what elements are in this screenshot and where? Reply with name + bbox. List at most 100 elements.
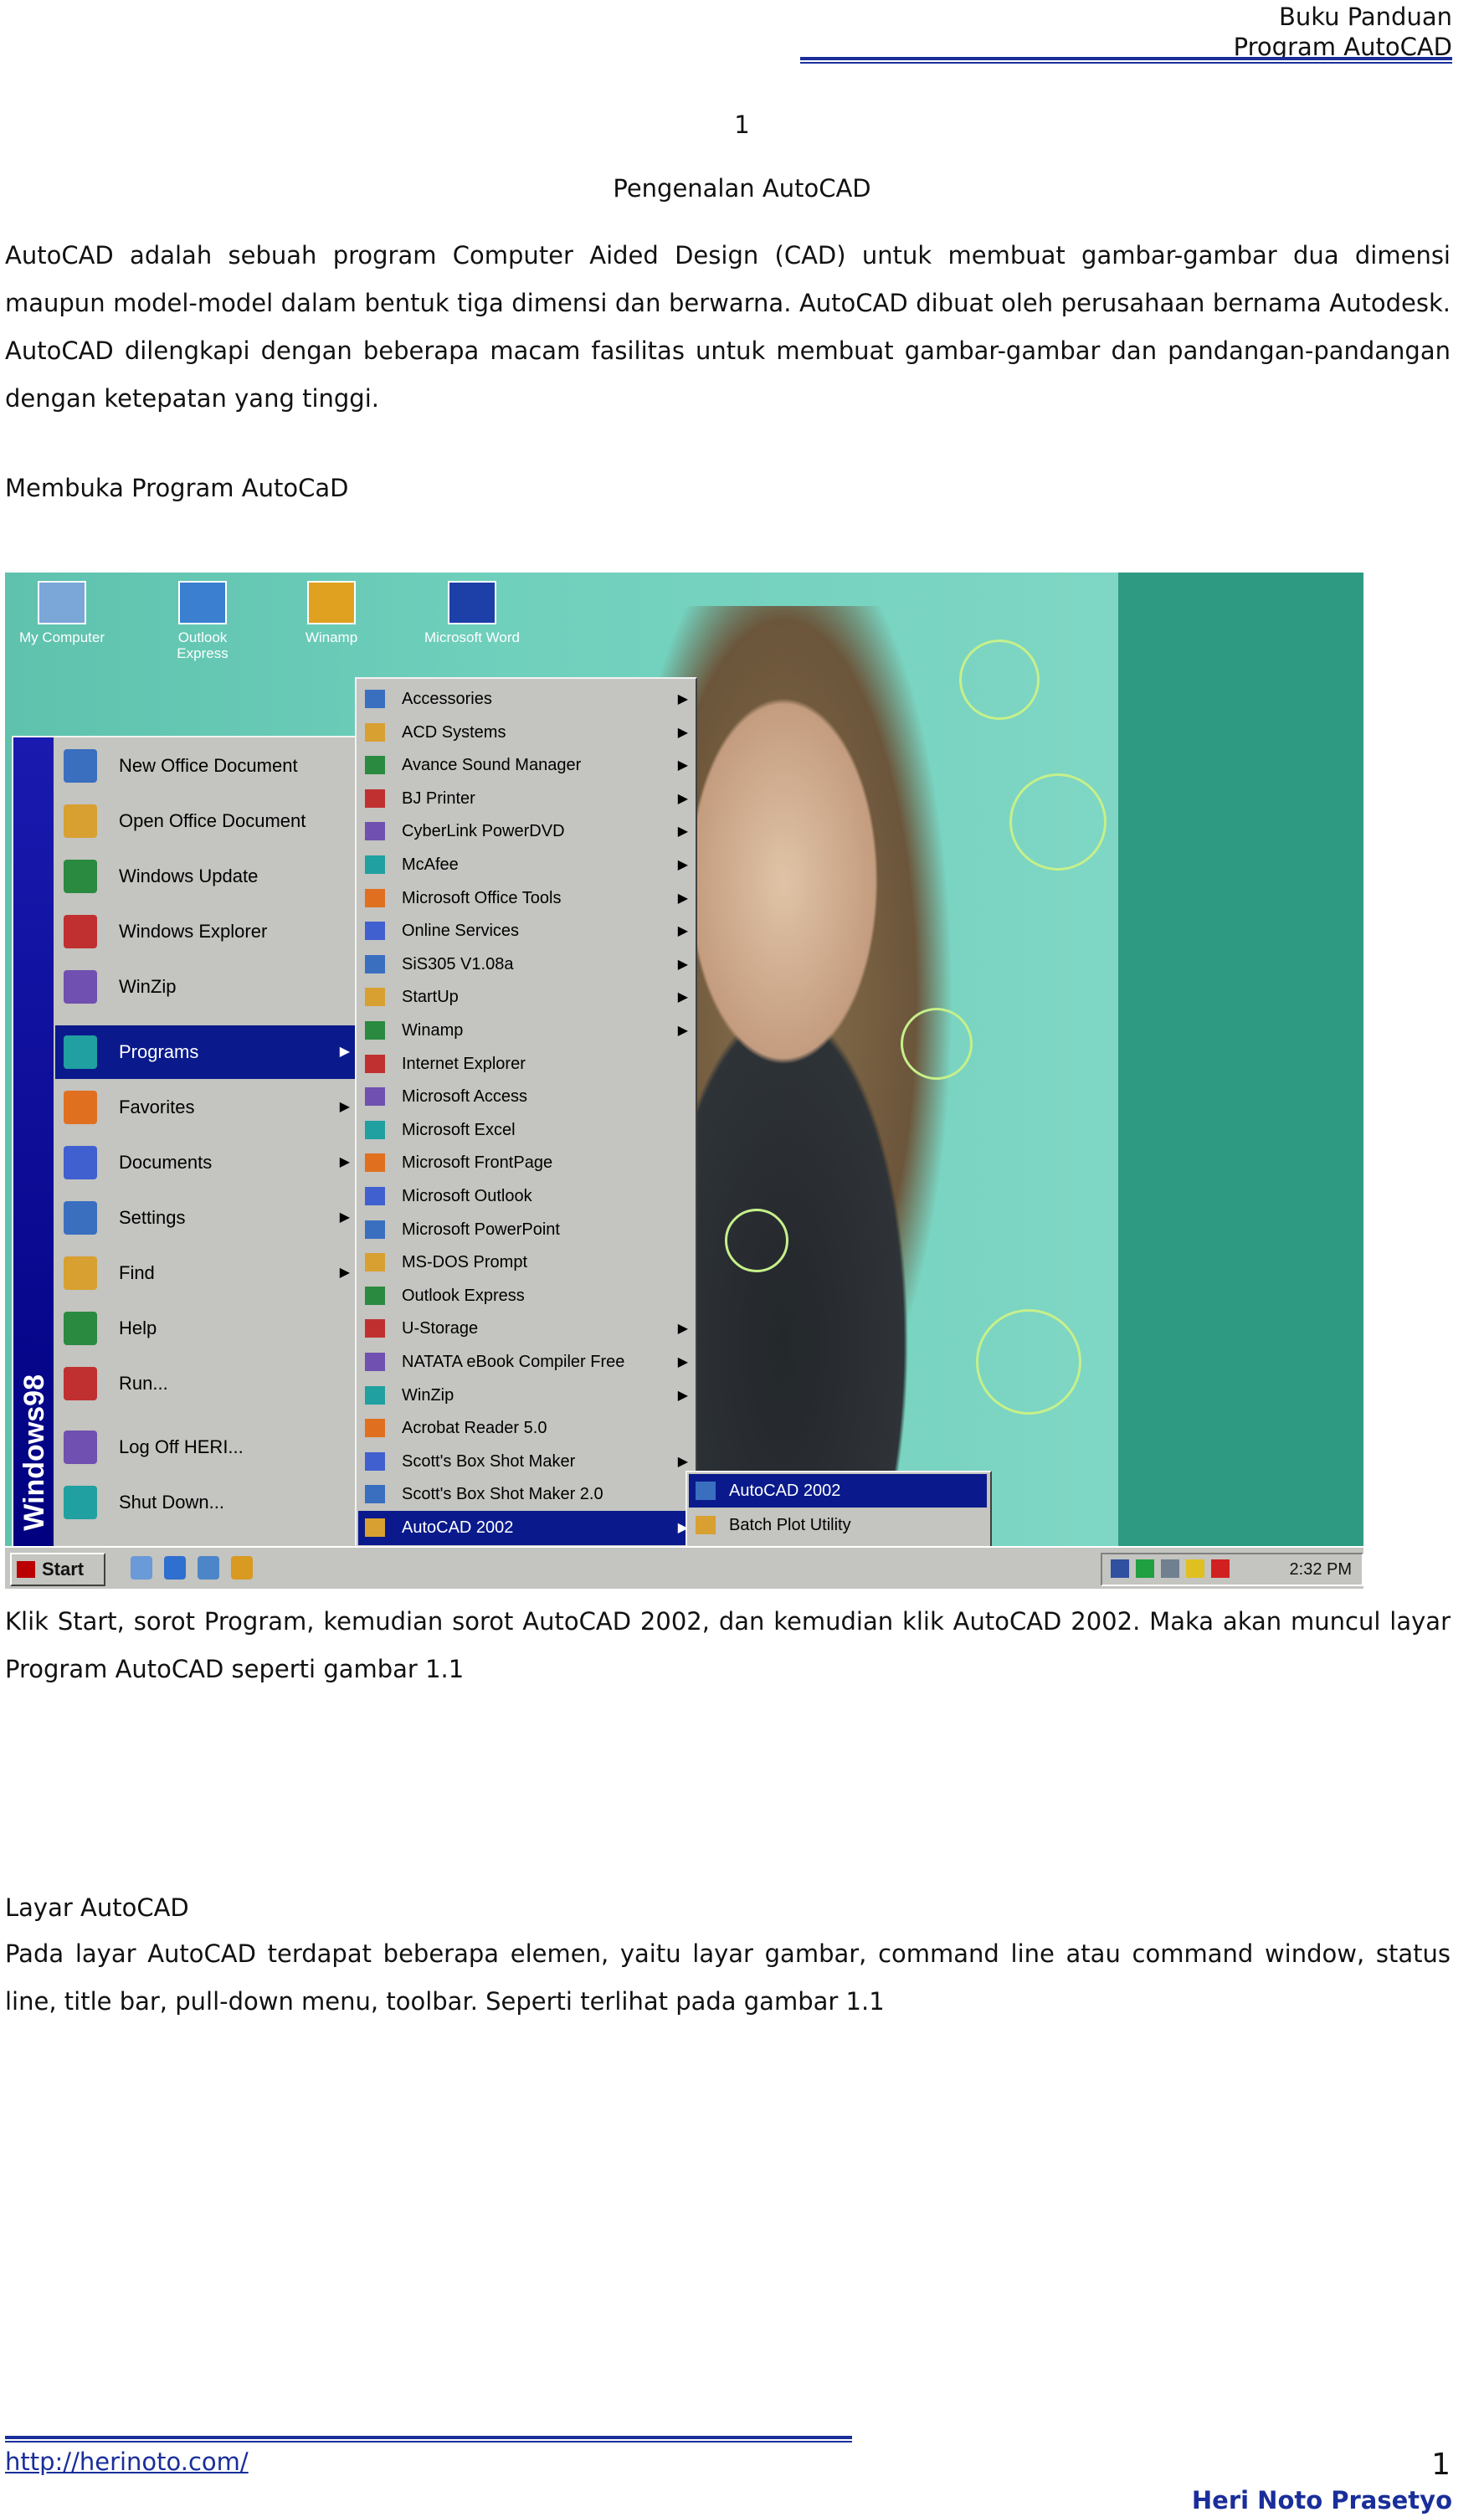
winamp-icon[interactable] — [231, 1556, 253, 1580]
menu-item-label: Scott's Box Shot Maker 2.0 — [402, 1485, 603, 1504]
tray-app-icon[interactable] — [1136, 1559, 1154, 1578]
mcafee-icon — [365, 855, 385, 874]
menu-item-autocad-2002[interactable]: AutoCAD 2002 ▶ — [358, 1511, 693, 1545]
menu-item-microsoft-frontpage[interactable]: Microsoft FrontPage — [358, 1146, 693, 1180]
menu-item-scott-s-box-shot-maker[interactable]: Scott's Box Shot Maker ▶ — [358, 1445, 693, 1479]
submenu-arrow-icon: ▶ — [339, 1045, 350, 1059]
menu-item-label: Winamp — [402, 1021, 464, 1040]
submenu-arrow-icon: ▶ — [677, 824, 688, 840]
tray-app-icon[interactable] — [1186, 1559, 1204, 1578]
menu-item-startup[interactable]: StartUp ▶ — [358, 980, 693, 1015]
menu-item-avance-sound-manager[interactable]: Avance Sound Manager ▶ — [358, 748, 693, 783]
menu-item-acrobat-reader-5-0[interactable]: Acrobat Reader 5.0 — [358, 1411, 693, 1446]
menu-item-label: AutoCAD 2002 — [729, 1482, 841, 1500]
menu-item-internet-explorer[interactable]: Internet Explorer — [358, 1047, 693, 1081]
menu-item-u-storage[interactable]: U-Storage ▶ — [358, 1312, 693, 1346]
start-menu-item-documents[interactable]: Documents ▶ — [55, 1136, 355, 1189]
start-menu-item-label: WinZip — [119, 976, 177, 997]
menu-item-batch-plot-utility[interactable]: Batch Plot Utility — [689, 1508, 987, 1542]
wallpaper-bubble — [959, 640, 1040, 720]
instruction-paragraph: Klik Start, sorot Program, kemudian soro… — [5, 1607, 1451, 1683]
wallpaper-bubble — [1009, 773, 1107, 871]
accessories-icon — [365, 690, 385, 708]
winzip-icon — [365, 1385, 385, 1405]
volume-icon[interactable] — [1161, 1559, 1179, 1578]
menu-item-label: NATATA eBook Compiler Free — [402, 1353, 625, 1371]
menu-item-online-services[interactable]: Online Services ▶ — [358, 914, 693, 948]
start-menu-item-run[interactable]: Run... — [55, 1357, 355, 1410]
menu-item-microsoft-office-tools[interactable]: Microsoft Office Tools ▶ — [358, 881, 693, 916]
start-button[interactable]: Start — [10, 1553, 105, 1586]
menu-item-label: Internet Explorer — [402, 1054, 526, 1073]
menu-item-label: McAfee — [402, 855, 459, 874]
submenu-arrow-icon: ▶ — [677, 957, 688, 972]
autocad-2002-icon — [696, 1482, 716, 1500]
desktop-icon-microsoft-word[interactable]: Microsoft Word — [422, 581, 522, 645]
menu-item-microsoft-access[interactable]: Microsoft Access — [358, 1080, 693, 1114]
submenu-arrow-icon: ▶ — [677, 692, 688, 706]
menu-item-scott-s-box-shot-maker-2-0[interactable]: Scott's Box Shot Maker 2.0 — [358, 1477, 693, 1512]
menu-item-winamp[interactable]: Winamp ▶ — [358, 1014, 693, 1048]
start-menu-item-label: Settings — [119, 1207, 186, 1228]
batch-plot-utility-icon — [696, 1516, 716, 1534]
menu-item-mcafee[interactable]: McAfee ▶ — [358, 848, 693, 882]
header-rule-thin — [800, 62, 1452, 64]
desktop-icon-outlook-express[interactable]: Outlook Express — [152, 581, 253, 661]
menu-item-outlook-express[interactable]: Outlook Express — [358, 1279, 693, 1313]
mcafee-icon[interactable] — [1211, 1559, 1230, 1578]
avance-sound-manager-icon — [365, 756, 385, 775]
find-icon — [64, 1256, 97, 1290]
acd-systems-icon — [365, 722, 385, 742]
start-menu-item-windows-update[interactable]: Windows Update — [55, 850, 355, 903]
menu-item-acd-systems[interactable]: ACD Systems ▶ — [358, 716, 693, 750]
footer-rule-thin — [5, 2441, 852, 2443]
start-menu-item-settings[interactable]: Settings ▶ — [55, 1191, 355, 1245]
start-menu-item-new-office-document[interactable]: New Office Document — [55, 739, 355, 793]
start-menu-item-log-off-heri[interactable]: Log Off HERI... — [55, 1420, 355, 1474]
desktop-icon-label: Winamp — [305, 629, 358, 645]
network-icon[interactable] — [1111, 1559, 1129, 1578]
internet-explorer-icon[interactable] — [164, 1556, 186, 1580]
menu-item-label: Microsoft PowerPoint — [402, 1220, 560, 1239]
outlook-express-icon[interactable] — [198, 1556, 219, 1580]
start-menu-item-windows-explorer[interactable]: Windows Explorer — [55, 905, 355, 958]
menu-item-cyberlink-powerdvd[interactable]: CyberLink PowerDVD ▶ — [358, 814, 693, 849]
favorites-icon — [64, 1091, 97, 1124]
menu-item-bj-printer[interactable]: BJ Printer ▶ — [358, 782, 693, 816]
footer-link[interactable]: http://herinoto.com/ — [5, 2448, 249, 2476]
start-menu-item-shut-down[interactable]: Shut Down... — [55, 1476, 355, 1529]
start-menu-item-winzip[interactable]: WinZip — [55, 960, 355, 1014]
menu-item-natata-ebook-compiler-free[interactable]: NATATA eBook Compiler Free ▶ — [358, 1345, 693, 1379]
show-desktop-icon[interactable] — [131, 1556, 152, 1580]
system-tray: 2:32 PM — [1101, 1553, 1363, 1586]
submenu-arrow-icon: ▶ — [677, 1355, 688, 1369]
menu-item-sis305-v1-08a[interactable]: SiS305 V1.08a ▶ — [358, 948, 693, 982]
menu-item-label: StartUp — [402, 988, 459, 1007]
desktop-icon-winamp[interactable]: Winamp — [281, 581, 382, 645]
start-menu-item-help[interactable]: Help — [55, 1302, 355, 1355]
start-menu-item-label: Log Off HERI... — [119, 1436, 244, 1457]
submenu-arrow-icon: ▶ — [677, 990, 688, 1005]
menu-item-microsoft-powerpoint[interactable]: Microsoft PowerPoint — [358, 1213, 693, 1247]
start-menu-item-find[interactable]: Find ▶ — [55, 1246, 355, 1300]
microsoft-outlook-icon — [365, 1187, 385, 1205]
taskbar-clock[interactable]: 2:32 PM — [1290, 1554, 1352, 1585]
menu-item-microsoft-excel[interactable]: Microsoft Excel — [358, 1113, 693, 1148]
menu-item-microsoft-outlook[interactable]: Microsoft Outlook — [358, 1179, 693, 1214]
menu-item-accessories[interactable]: Accessories ▶ — [358, 682, 693, 717]
start-menu-item-programs[interactable]: Programs ▶ — [55, 1025, 355, 1079]
u-storage-icon — [365, 1319, 385, 1338]
desktop-icon-my-computer[interactable]: My Computer — [12, 581, 112, 645]
start-menu-item-favorites[interactable]: Favorites ▶ — [55, 1081, 355, 1134]
acrobat-reader-5-0-icon — [365, 1419, 385, 1438]
wallpaper-bubble — [901, 1008, 973, 1080]
start-menu-item-label: Favorites — [119, 1097, 195, 1117]
start-menu-item-open-office-document[interactable]: Open Office Document — [55, 794, 355, 848]
menu-item-winzip[interactable]: WinZip ▶ — [358, 1379, 693, 1413]
open-office-document-icon — [64, 804, 97, 838]
natata-ebook-compiler-free-icon — [365, 1353, 385, 1371]
menu-item-label: Microsoft FrontPage — [402, 1153, 553, 1173]
envelope-icon — [178, 581, 227, 624]
menu-item-ms-dos-prompt[interactable]: MS-DOS Prompt — [358, 1246, 693, 1280]
menu-item-autocad-2002[interactable]: AutoCAD 2002 — [689, 1474, 987, 1508]
